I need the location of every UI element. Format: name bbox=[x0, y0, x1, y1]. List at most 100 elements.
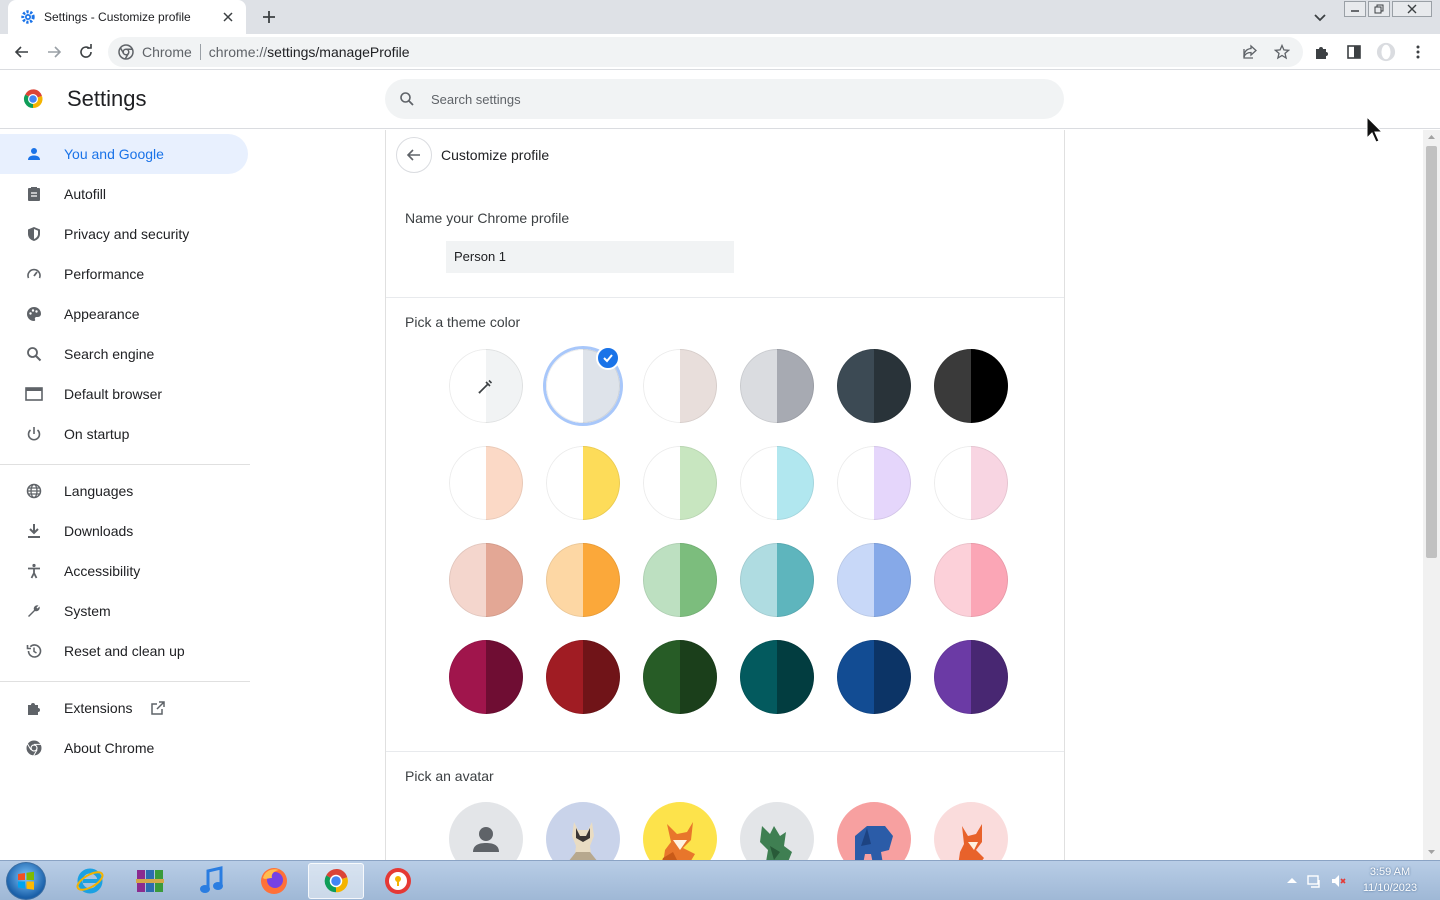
close-window-button[interactable] bbox=[1392, 1, 1432, 17]
history-icon bbox=[24, 641, 44, 661]
profile-avatar[interactable] bbox=[1376, 42, 1396, 62]
theme-color-swatch[interactable] bbox=[837, 543, 911, 617]
reload-icon[interactable] bbox=[76, 42, 96, 62]
scroll-thumb[interactable] bbox=[1426, 146, 1437, 558]
theme-color-swatch[interactable] bbox=[546, 543, 620, 617]
page-scrollbar[interactable] bbox=[1423, 130, 1440, 860]
sidebar-item-label: Languages bbox=[64, 483, 134, 499]
sidebar-item-label: Reset and clean up bbox=[64, 643, 185, 659]
sidebar-item-performance[interactable]: Performance bbox=[0, 254, 248, 294]
sidebar-item-languages[interactable]: Languages bbox=[0, 471, 248, 511]
theme-color-swatch[interactable] bbox=[934, 640, 1008, 714]
music-note-icon bbox=[200, 866, 223, 893]
theme-color-swatch[interactable] bbox=[643, 640, 717, 714]
firefox-app[interactable] bbox=[246, 863, 302, 899]
sidebar-item-downloads[interactable]: Downloads bbox=[0, 511, 248, 551]
sidebar-item-default-browser[interactable]: Default browser bbox=[0, 374, 248, 414]
share-icon[interactable] bbox=[1240, 42, 1260, 62]
theme-color-swatch[interactable] bbox=[934, 349, 1008, 423]
url-scheme: chrome:// bbox=[208, 44, 268, 60]
theme-color-swatch[interactable] bbox=[837, 640, 911, 714]
theme-color-swatch[interactable] bbox=[934, 446, 1008, 520]
settings-search[interactable] bbox=[385, 79, 1064, 119]
chevron-up-icon[interactable] bbox=[1284, 873, 1300, 889]
elephant-avatar[interactable] bbox=[837, 802, 911, 860]
sidebar-item-you-and-google[interactable]: You and Google bbox=[0, 134, 248, 174]
sidebar-item-appearance[interactable]: Appearance bbox=[0, 294, 248, 334]
new-tab-icon[interactable] bbox=[259, 7, 279, 27]
music-app[interactable] bbox=[184, 863, 240, 899]
theme-color-swatch[interactable] bbox=[643, 446, 717, 520]
sidebar-item-label: Accessibility bbox=[64, 563, 141, 579]
profile-name-input[interactable] bbox=[446, 241, 734, 273]
volume-muted-icon[interactable] bbox=[1330, 873, 1346, 889]
theme-color-swatch[interactable] bbox=[643, 543, 717, 617]
extensions-puzzle-icon[interactable] bbox=[1312, 42, 1332, 62]
bookmark-star-icon[interactable] bbox=[1272, 42, 1292, 62]
vpn-app[interactable] bbox=[370, 863, 426, 899]
close-tab-icon[interactable] bbox=[220, 9, 236, 25]
theme-color-swatch[interactable] bbox=[740, 543, 814, 617]
palette-icon bbox=[24, 304, 44, 324]
default-avatar[interactable] bbox=[449, 802, 523, 860]
custom-color-picker-button[interactable] bbox=[449, 349, 523, 423]
theme-color-swatch[interactable] bbox=[740, 640, 814, 714]
theme-color-swatch[interactable] bbox=[643, 349, 717, 423]
internet-explorer-app[interactable] bbox=[62, 863, 118, 899]
chevron-down-icon[interactable] bbox=[1311, 8, 1329, 26]
system-clock[interactable]: 3:59 AM 11/10/2023 bbox=[1355, 864, 1425, 896]
back-arrow-icon[interactable] bbox=[12, 42, 32, 62]
sidebar-item-autofill[interactable]: Autofill bbox=[0, 174, 248, 214]
omnibox-separator bbox=[199, 44, 201, 60]
chrome-icon bbox=[24, 738, 44, 758]
cat-avatar[interactable] bbox=[546, 802, 620, 860]
tab-settings[interactable]: Settings - Customize profile bbox=[8, 0, 246, 34]
winrar-app[interactable] bbox=[122, 863, 178, 899]
start-button[interactable] bbox=[6, 862, 46, 900]
theme-color-swatch[interactable] bbox=[449, 640, 523, 714]
scroll-down-arrow-icon[interactable] bbox=[1427, 848, 1436, 857]
sidebar-item-label: Autofill bbox=[64, 186, 107, 202]
theme-color-swatch[interactable] bbox=[449, 543, 523, 617]
minimize-button[interactable] bbox=[1344, 1, 1366, 17]
fox-pink-avatar[interactable] bbox=[934, 802, 1008, 860]
theme-color-swatch[interactable] bbox=[740, 446, 814, 520]
mouse-cursor-icon bbox=[1366, 116, 1384, 143]
url-text: chrome://settings/manageProfile bbox=[209, 44, 410, 60]
theme-color-swatch[interactable] bbox=[740, 349, 814, 423]
sidebar-item-on-startup[interactable]: On startup bbox=[0, 414, 248, 454]
theme-color-swatch[interactable] bbox=[546, 640, 620, 714]
settings-title: Settings bbox=[67, 86, 147, 111]
site-name: Chrome bbox=[142, 44, 192, 60]
sidebar-item-label: Extensions bbox=[64, 700, 133, 716]
firefox-icon bbox=[261, 868, 287, 894]
kebab-menu-icon[interactable] bbox=[1408, 42, 1428, 62]
address-bar[interactable]: Chrome chrome://settings/manageProfile bbox=[108, 37, 1303, 67]
theme-color-swatch[interactable] bbox=[837, 446, 911, 520]
search-input[interactable] bbox=[431, 91, 1031, 107]
forward-arrow-icon[interactable] bbox=[44, 42, 64, 62]
fox-avatar[interactable] bbox=[643, 802, 717, 860]
eyedropper-icon bbox=[478, 379, 493, 394]
theme-color-swatch[interactable] bbox=[449, 446, 523, 520]
theme-color-swatch[interactable] bbox=[934, 543, 1008, 617]
network-icon[interactable] bbox=[1306, 873, 1322, 889]
back-button[interactable] bbox=[396, 137, 432, 173]
theme-section-label: Pick a theme color bbox=[405, 314, 521, 330]
sidebar-item-about-chrome[interactable]: About Chrome bbox=[0, 728, 248, 768]
theme-color-swatch[interactable] bbox=[546, 446, 620, 520]
side-panel-icon[interactable] bbox=[1344, 42, 1364, 62]
sidebar-item-privacy-and-security[interactable]: Privacy and security bbox=[0, 214, 248, 254]
shield-icon bbox=[24, 224, 44, 244]
sidebar-item-accessibility[interactable]: Accessibility bbox=[0, 551, 248, 591]
sidebar-item-search-engine[interactable]: Search engine bbox=[0, 334, 248, 374]
wrench-icon bbox=[24, 601, 44, 621]
scroll-up-arrow-icon[interactable] bbox=[1427, 132, 1436, 141]
dragon-avatar[interactable] bbox=[740, 802, 814, 860]
sidebar-item-reset-and-clean-up[interactable]: Reset and clean up bbox=[0, 631, 248, 671]
theme-color-swatch[interactable] bbox=[837, 349, 911, 423]
chrome-app[interactable] bbox=[308, 863, 364, 899]
sidebar-item-system[interactable]: System bbox=[0, 591, 248, 631]
sidebar-item-extensions[interactable]: Extensions bbox=[0, 688, 248, 728]
restore-button[interactable] bbox=[1368, 1, 1390, 17]
